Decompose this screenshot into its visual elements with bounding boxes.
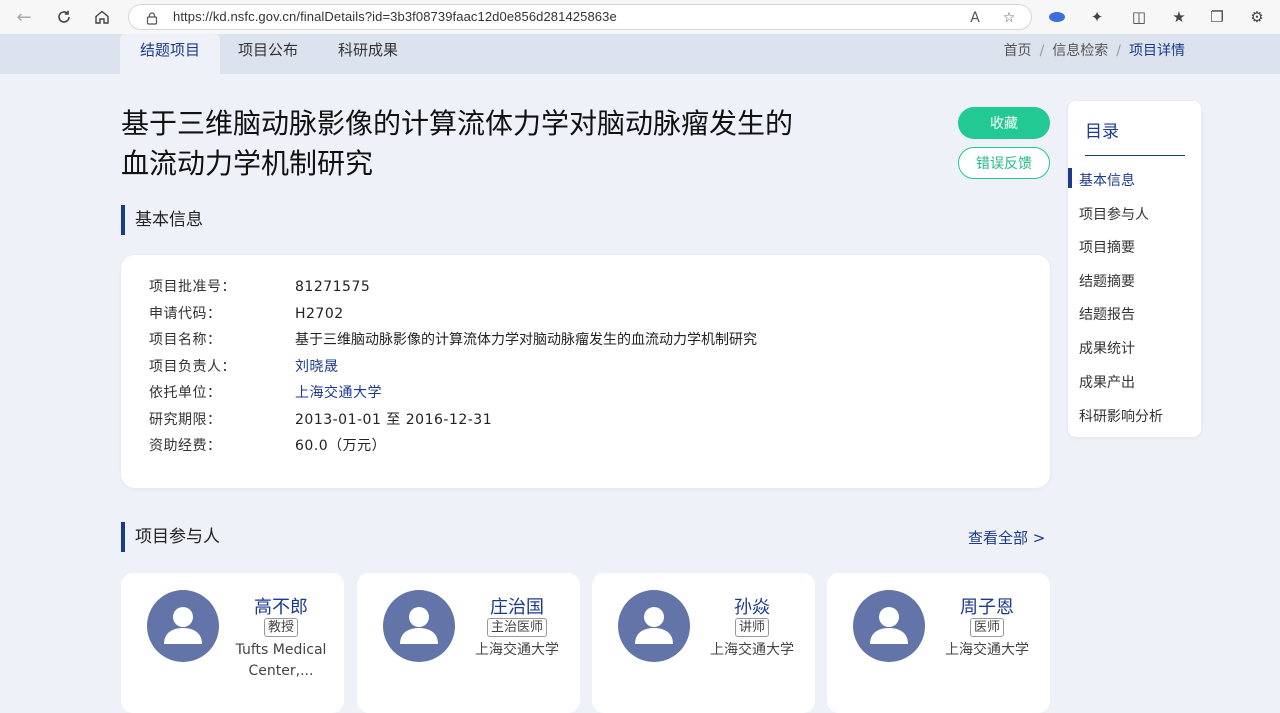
participant-role-badge: 医师 (969, 618, 1004, 637)
split-screen-icon[interactable]: ◫ (1128, 6, 1150, 28)
participant-org: 上海交通大学 (475, 642, 559, 658)
participant-org: 上海交通大学 (710, 642, 794, 658)
info-label: 依托单位： (149, 385, 222, 401)
tab-final-projects[interactable]: 结题项目 (120, 34, 220, 74)
home-icon[interactable] (90, 5, 114, 29)
user-icon (870, 607, 908, 644)
collections-icon[interactable]: ❐ (1206, 6, 1228, 28)
toc-item-final-abstract[interactable]: 结题摘要 (1079, 271, 1135, 291)
lock-icon[interactable] (145, 10, 159, 25)
tab-research-results[interactable]: 科研成果 (328, 34, 408, 74)
info-label: 研究期限： (149, 412, 222, 428)
participant-org: Tufts Medical Center,... (235, 642, 327, 679)
info-label: 项目名称： (149, 332, 222, 348)
info-label: 资助经费： (149, 438, 222, 454)
error-feedback-button[interactable]: 错误反馈 (958, 147, 1050, 179)
extension-icon[interactable] (1046, 6, 1068, 28)
institution-link[interactable]: 上海交通大学 (295, 383, 382, 403)
toc-title: 目录 (1085, 122, 1119, 142)
participant-card[interactable]: 高不郎 教授 Tufts Medical Center,... (121, 573, 344, 713)
toc-item-impact-analysis[interactable]: 科研影响分析 (1079, 406, 1163, 426)
breadcrumb-home[interactable]: 首页 (1004, 43, 1032, 59)
title-line-2: 血流动力学机制研究 (121, 147, 374, 180)
section-heading-participants: 项目参与人 (121, 522, 220, 552)
page-title: 基于三维脑动脉影像的计算流体力学对脑动脉瘤发生的 血流动力学机制研究 (121, 104, 821, 184)
toc-item-results-output[interactable]: 成果产出 (1079, 372, 1135, 392)
avatar (383, 590, 455, 662)
info-value: 2013-01-01 至 2016-12-31 (295, 412, 493, 428)
participant-card[interactable]: 孙焱 讲师 上海交通大学 (592, 573, 815, 713)
participant-card[interactable]: 庄治国 主治医师 上海交通大学 (357, 573, 580, 713)
participant-role-badge: 讲师 (734, 618, 769, 637)
favorites-icon[interactable]: ★ (1168, 6, 1190, 28)
breadcrumb: 首页 / 信息检索 / 项目详情 (1004, 40, 1185, 60)
toc-divider (1085, 155, 1185, 156)
user-icon (635, 607, 673, 644)
user-icon (400, 607, 438, 644)
participant-card[interactable]: 周子恩 医师 上海交通大学 (827, 573, 1050, 713)
section-heading-basic-info: 基本信息 (121, 205, 203, 235)
info-value: 60.0（万元） (295, 438, 387, 454)
toc-item-participants[interactable]: 项目参与人 (1079, 204, 1149, 224)
favorite-star-icon[interactable]: ☆ (999, 8, 1019, 28)
favorite-button[interactable]: 收藏 (958, 107, 1050, 139)
breadcrumb-separator: / (1116, 43, 1121, 59)
info-label: 申请代码： (149, 306, 222, 322)
toc-item-project-abstract[interactable]: 项目摘要 (1079, 237, 1135, 257)
principal-investigator-link[interactable]: 刘晓晟 (295, 357, 339, 377)
browser-toolbar: ← https://kd.nsfc.gov.cn/finalDetails?id… (0, 0, 1280, 35)
url-text[interactable]: https://kd.nsfc.gov.cn/finalDetails?id=3… (173, 9, 617, 24)
participant-role-badge: 教授 (263, 618, 298, 637)
table-of-contents: 目录 基本信息 项目参与人 项目摘要 结题摘要 结题报告 成果统计 成果产出 科… (1068, 101, 1201, 437)
participant-org: 上海交通大学 (945, 642, 1029, 658)
info-label: 项目批准号： (149, 279, 236, 295)
toc-item-basic-info[interactable]: 基本信息 (1079, 170, 1135, 190)
user-icon (164, 607, 202, 644)
breadcrumb-current: 项目详情 (1129, 43, 1185, 59)
info-value: H2702 (295, 306, 344, 322)
site-nav: 结题项目 项目公布 科研成果 首页 / 信息检索 / 项目详情 (0, 34, 1280, 74)
puzzle-icon[interactable]: ✦ (1086, 6, 1108, 28)
toc-item-results-stats[interactable]: 成果统计 (1079, 338, 1135, 358)
info-value: 基于三维脑动脉影像的计算流体力学对脑动脉瘤发生的血流动力学机制研究 (295, 332, 757, 348)
back-arrow-icon[interactable]: ← (12, 5, 36, 29)
avatar (853, 590, 925, 662)
breadcrumb-search[interactable]: 信息检索 (1052, 43, 1108, 59)
read-aloud-icon[interactable]: A (965, 8, 985, 28)
view-all-link[interactable]: 查看全部 > (968, 527, 1045, 548)
refresh-icon[interactable] (52, 5, 76, 29)
participant-role-badge: 主治医师 (486, 618, 547, 637)
avatar (618, 590, 690, 662)
title-line-1: 基于三维脑动脉影像的计算流体力学对脑动脉瘤发生的 (121, 107, 794, 140)
toc-active-marker (1068, 168, 1072, 188)
toc-item-final-report[interactable]: 结题报告 (1079, 304, 1135, 324)
address-bar[interactable]: https://kd.nsfc.gov.cn/finalDetails?id=3… (128, 4, 1032, 30)
breadcrumb-separator: / (1039, 43, 1045, 59)
info-value: 81271575 (295, 279, 371, 295)
info-label: 项目负责人： (149, 359, 236, 375)
copilot-icon[interactable]: ⚙ (1246, 6, 1268, 28)
tab-project-announce[interactable]: 项目公布 (228, 34, 308, 74)
basic-info-card: 项目批准号： 81271575 申请代码： H2702 项目名称： 基于三维脑动… (121, 255, 1050, 488)
avatar (147, 590, 219, 662)
